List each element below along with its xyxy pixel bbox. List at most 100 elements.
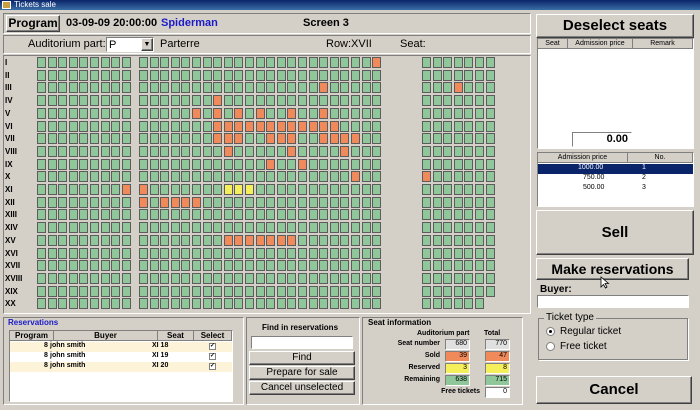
seat[interactable] xyxy=(453,272,463,284)
seat[interactable] xyxy=(58,171,68,183)
seat[interactable] xyxy=(432,196,442,208)
seat[interactable] xyxy=(319,234,329,246)
seat[interactable] xyxy=(475,57,484,68)
seat[interactable] xyxy=(181,222,191,234)
seat[interactable] xyxy=(464,272,474,284)
seat[interactable] xyxy=(475,95,484,107)
seat[interactable] xyxy=(276,69,286,81)
seat[interactable] xyxy=(443,285,453,297)
seat[interactable] xyxy=(329,171,339,183)
seat[interactable] xyxy=(361,234,371,246)
seat[interactable] xyxy=(340,57,350,68)
seat[interactable] xyxy=(160,234,170,246)
seat[interactable] xyxy=(319,209,329,221)
seat[interactable] xyxy=(287,260,297,272)
seat[interactable] xyxy=(276,158,286,170)
auditorium-select[interactable]: P ▼ xyxy=(106,37,154,52)
seat[interactable] xyxy=(68,196,78,208)
seat[interactable] xyxy=(266,171,276,183)
seat[interactable] xyxy=(340,158,350,170)
seat[interactable] xyxy=(223,69,233,81)
seat[interactable] xyxy=(202,209,212,221)
seat[interactable] xyxy=(298,209,307,221)
seat[interactable] xyxy=(47,158,57,170)
seat[interactable] xyxy=(329,95,339,107)
seat[interactable] xyxy=(475,234,484,246)
seat[interactable] xyxy=(90,145,99,157)
seat[interactable] xyxy=(100,285,110,297)
seat[interactable] xyxy=(192,272,201,284)
seat[interactable] xyxy=(47,82,57,94)
seat[interactable] xyxy=(255,95,265,107)
seat[interactable] xyxy=(181,145,191,157)
seat[interactable] xyxy=(181,247,191,259)
seat[interactable] xyxy=(351,272,360,284)
seat[interactable] xyxy=(90,272,99,284)
seat[interactable] xyxy=(47,107,57,119)
seat[interactable] xyxy=(139,82,148,94)
seat[interactable] xyxy=(422,222,431,234)
seat[interactable] xyxy=(329,133,339,145)
seat[interactable] xyxy=(139,69,148,81)
seat[interactable] xyxy=(68,260,78,272)
seat[interactable] xyxy=(255,272,265,284)
seat[interactable] xyxy=(192,298,201,310)
seat[interactable] xyxy=(160,95,170,107)
seat[interactable] xyxy=(79,171,89,183)
seat[interactable] xyxy=(121,209,131,221)
seat[interactable] xyxy=(266,82,276,94)
seat[interactable] xyxy=(255,234,265,246)
seat[interactable] xyxy=(485,107,495,119)
seat[interactable] xyxy=(475,247,484,259)
seat[interactable] xyxy=(287,158,297,170)
price-table[interactable]: Admission price No. 1000.00 1 750.00 2 5… xyxy=(537,152,694,207)
seat[interactable] xyxy=(170,260,180,272)
seat[interactable] xyxy=(464,260,474,272)
seat[interactable] xyxy=(308,69,318,81)
seat[interactable] xyxy=(361,196,371,208)
seat[interactable] xyxy=(170,145,180,157)
seat[interactable] xyxy=(287,69,297,81)
seat[interactable] xyxy=(422,298,431,310)
seat[interactable] xyxy=(361,247,371,259)
seat[interactable] xyxy=(276,57,286,68)
seat[interactable] xyxy=(432,95,442,107)
seat[interactable] xyxy=(276,260,286,272)
seat[interactable] xyxy=(47,57,57,68)
seat[interactable] xyxy=(202,234,212,246)
seat[interactable] xyxy=(90,57,99,68)
seat[interactable] xyxy=(287,209,297,221)
seat[interactable] xyxy=(121,272,131,284)
seat[interactable] xyxy=(58,107,68,119)
seat[interactable] xyxy=(170,95,180,107)
seat[interactable] xyxy=(100,298,110,310)
seat[interactable] xyxy=(213,298,223,310)
seat[interactable] xyxy=(422,272,431,284)
seat[interactable] xyxy=(58,158,68,170)
seat[interactable] xyxy=(319,196,329,208)
seat[interactable] xyxy=(329,107,339,119)
seat[interactable] xyxy=(170,158,180,170)
seat[interactable] xyxy=(432,57,442,68)
seat[interactable] xyxy=(464,247,474,259)
seat[interactable] xyxy=(90,247,99,259)
seat[interactable] xyxy=(298,171,307,183)
seat[interactable] xyxy=(160,158,170,170)
seat[interactable] xyxy=(351,171,360,183)
seat[interactable] xyxy=(79,285,89,297)
price-row[interactable]: 750.00 2 xyxy=(538,174,693,184)
seat[interactable] xyxy=(255,196,265,208)
seat[interactable] xyxy=(68,272,78,284)
seat[interactable] xyxy=(170,234,180,246)
seat[interactable] xyxy=(149,247,159,259)
seat[interactable] xyxy=(255,209,265,221)
seat[interactable] xyxy=(79,107,89,119)
seat[interactable] xyxy=(276,285,286,297)
seat[interactable] xyxy=(58,184,68,195)
seat[interactable] xyxy=(121,234,131,246)
seat[interactable] xyxy=(329,260,339,272)
seat[interactable] xyxy=(202,133,212,145)
seat[interactable] xyxy=(170,209,180,221)
seat[interactable] xyxy=(181,234,191,246)
seat[interactable] xyxy=(298,222,307,234)
